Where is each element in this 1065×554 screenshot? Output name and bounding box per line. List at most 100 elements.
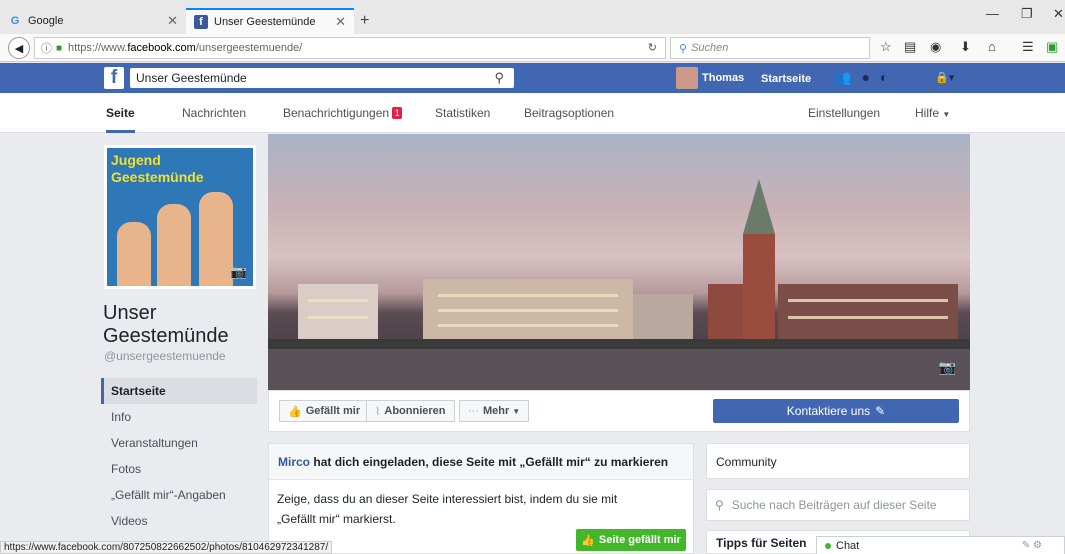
thumbs-up-icon: 👍 bbox=[581, 534, 595, 547]
tab-benachrichtigungen[interactable]: Benachrichtigungen 1 bbox=[283, 93, 403, 133]
home-icon[interactable]: ⌂ bbox=[988, 39, 996, 54]
inviter-link[interactable]: Mirco bbox=[278, 455, 310, 469]
account-menu-icon[interactable]: 🔒▾ bbox=[935, 71, 954, 84]
window-close-icon[interactable]: ✕ bbox=[1053, 6, 1064, 22]
more-button[interactable]: ··· Mehr ▼ bbox=[459, 400, 530, 422]
notification-icons: 👥 ● ◐ bbox=[834, 69, 888, 86]
like-page-button[interactable]: 👍 Gefällt mir bbox=[279, 400, 370, 422]
tab-statistiken[interactable]: Statistiken bbox=[435, 93, 490, 133]
chat-settings-icon[interactable]: ✎ ⚙ bbox=[1022, 540, 1042, 551]
building bbox=[298, 284, 378, 346]
profile-text-line1: Jugend bbox=[111, 152, 161, 168]
invite-body-line2: „Gefällt mir“ markierst. bbox=[277, 512, 396, 526]
profile-image-text: Jugend Geestemünde bbox=[111, 152, 204, 186]
thumb-up-shape bbox=[157, 204, 191, 286]
download-icon[interactable]: ⬇ bbox=[960, 39, 971, 55]
search-placeholder: Suchen bbox=[691, 42, 729, 54]
menu-icon[interactable]: ☰ bbox=[1022, 39, 1034, 55]
messenger-icon[interactable]: ● bbox=[861, 69, 869, 86]
thumb-up-shape bbox=[199, 192, 233, 286]
browser-search-input[interactable]: ⚲ Suchen bbox=[670, 37, 870, 59]
tab-label: Google bbox=[28, 15, 64, 27]
rss-icon: ⌇ bbox=[375, 405, 381, 418]
facebook-top-bar: f Unser Geestemünde ⚲ Thomas Startseite … bbox=[0, 63, 1065, 93]
tab-nachrichten[interactable]: Nachrichten bbox=[182, 93, 246, 133]
browser-tab-bar: G Google ✕ f Unser Geestemünde ✕ + — ❐ ✕ bbox=[0, 0, 1065, 34]
friends-icon[interactable]: 👥 bbox=[834, 69, 851, 86]
contact-button[interactable]: Kontaktiere uns ✎ bbox=[713, 399, 959, 423]
close-icon[interactable]: ✕ bbox=[335, 14, 346, 30]
church-tower bbox=[743, 234, 775, 346]
thumb-up-shape bbox=[117, 222, 151, 286]
left-nav-veranstaltungen[interactable]: Veranstaltungen bbox=[101, 430, 257, 456]
camera-icon[interactable]: 📷 bbox=[939, 359, 956, 376]
page-like-button[interactable]: 👍 Seite gefällt mir bbox=[576, 529, 686, 551]
button-label: Kontaktiere uns bbox=[786, 404, 871, 418]
browser-tab-google[interactable]: G Google ✕ bbox=[0, 8, 186, 34]
extension-icon[interactable]: ▣ bbox=[1046, 39, 1058, 55]
facebook-search-input[interactable]: Unser Geestemünde ⚲ bbox=[130, 68, 514, 88]
new-tab-icon[interactable]: + bbox=[360, 12, 369, 30]
left-nav-gefaellt-mir[interactable]: „Gefällt mir“-Angaben bbox=[101, 482, 257, 508]
pocket-icon[interactable]: ◉ bbox=[930, 39, 941, 55]
button-label: Abonnieren bbox=[384, 405, 446, 417]
camera-icon[interactable]: 📷 bbox=[231, 264, 247, 280]
tab-einstellungen[interactable]: Einstellungen bbox=[808, 93, 880, 133]
home-link[interactable]: Startseite bbox=[761, 73, 811, 85]
left-nav-videos[interactable]: Videos bbox=[101, 508, 257, 534]
status-url: https://www.facebook.com/807250822662502… bbox=[0, 541, 333, 554]
pencil-icon: ✎ bbox=[875, 404, 886, 418]
globe-icon[interactable]: ◐ bbox=[880, 69, 888, 86]
page-title-line2: Geestemünde bbox=[103, 325, 229, 347]
url-prefix: https://www. bbox=[68, 42, 128, 54]
user-profile-link[interactable]: Thomas bbox=[676, 67, 744, 89]
page-handle[interactable]: @unsergeestemuende bbox=[104, 349, 226, 363]
invite-header-text: hat dich eingeladen, diese Seite mit „Ge… bbox=[313, 455, 669, 469]
page-post-search-input[interactable]: ⚲ Suche nach Beiträgen auf dieser Seite bbox=[706, 489, 970, 521]
left-nav-startseite[interactable]: Startseite bbox=[101, 378, 257, 404]
invite-body-line1: Zeige, dass du an dieser Seite interessi… bbox=[277, 492, 618, 506]
restore-icon[interactable]: ❐ bbox=[1021, 6, 1033, 22]
facebook-icon: f bbox=[194, 15, 208, 29]
page-action-bar: 👍 Gefällt mir ⌇ Abonnieren ··· Mehr ▼ Kontak… bbox=[268, 390, 970, 432]
left-nav-fotos[interactable]: Fotos bbox=[101, 456, 257, 482]
url-domain: facebook.com bbox=[127, 42, 196, 54]
search-value: Unser Geestemünde bbox=[136, 71, 247, 85]
profile-picture[interactable]: Jugend Geestemünde 📷 bbox=[104, 145, 256, 289]
minimize-icon[interactable]: — bbox=[986, 6, 999, 21]
browser-tab-facebook[interactable]: f Unser Geestemünde ✕ bbox=[186, 8, 354, 34]
building bbox=[423, 279, 633, 346]
google-icon: G bbox=[10, 15, 20, 27]
reading-list-icon[interactable]: ▤ bbox=[904, 39, 916, 55]
close-icon[interactable]: ✕ bbox=[167, 13, 178, 29]
star-icon[interactable]: ☆ bbox=[880, 39, 892, 55]
button-label: Mehr bbox=[483, 405, 510, 417]
chat-bar[interactable]: Chat ✎ ⚙ bbox=[816, 536, 1065, 554]
search-icon[interactable]: ⚲ bbox=[494, 70, 504, 86]
url-path: /unsergeestemuende/ bbox=[195, 42, 303, 54]
url-bar[interactable]: ⓘ ■ https://www. facebook.com/unsergeeste… bbox=[34, 37, 666, 59]
left-navigation: Startseite Info Veranstaltungen Fotos „G… bbox=[101, 378, 257, 534]
chevron-down-icon: ▼ bbox=[942, 110, 951, 119]
tab-beitragsoptionen[interactable]: Beitragsoptionen bbox=[524, 93, 614, 133]
church-spire bbox=[743, 179, 775, 234]
tab-seite[interactable]: Seite bbox=[106, 93, 135, 133]
back-arrow-icon[interactable]: ◀ bbox=[8, 37, 30, 59]
building bbox=[633, 294, 693, 346]
online-status-icon bbox=[825, 542, 831, 549]
notification-badge: 1 bbox=[392, 107, 403, 119]
button-label: Seite gefällt mir bbox=[598, 534, 681, 546]
search-placeholder: Suche nach Beiträgen auf dieser Seite bbox=[731, 498, 937, 512]
chevron-down-icon: ▼ bbox=[512, 406, 521, 416]
building bbox=[778, 284, 958, 346]
page-title: Unser Geestemünde bbox=[103, 302, 229, 348]
info-icon[interactable]: ⓘ bbox=[41, 40, 52, 56]
tab-hilfe[interactable]: Hilfe ▼ bbox=[915, 93, 950, 133]
community-card[interactable]: Community bbox=[706, 443, 970, 479]
left-nav-info[interactable]: Info bbox=[101, 404, 257, 430]
avatar bbox=[676, 67, 698, 89]
cover-photo[interactable]: 📷 bbox=[268, 134, 970, 390]
reload-icon[interactable]: ↻ bbox=[648, 41, 657, 54]
follow-button[interactable]: ⌇ Abonnieren bbox=[366, 400, 455, 422]
facebook-logo-icon[interactable]: f bbox=[104, 67, 124, 89]
